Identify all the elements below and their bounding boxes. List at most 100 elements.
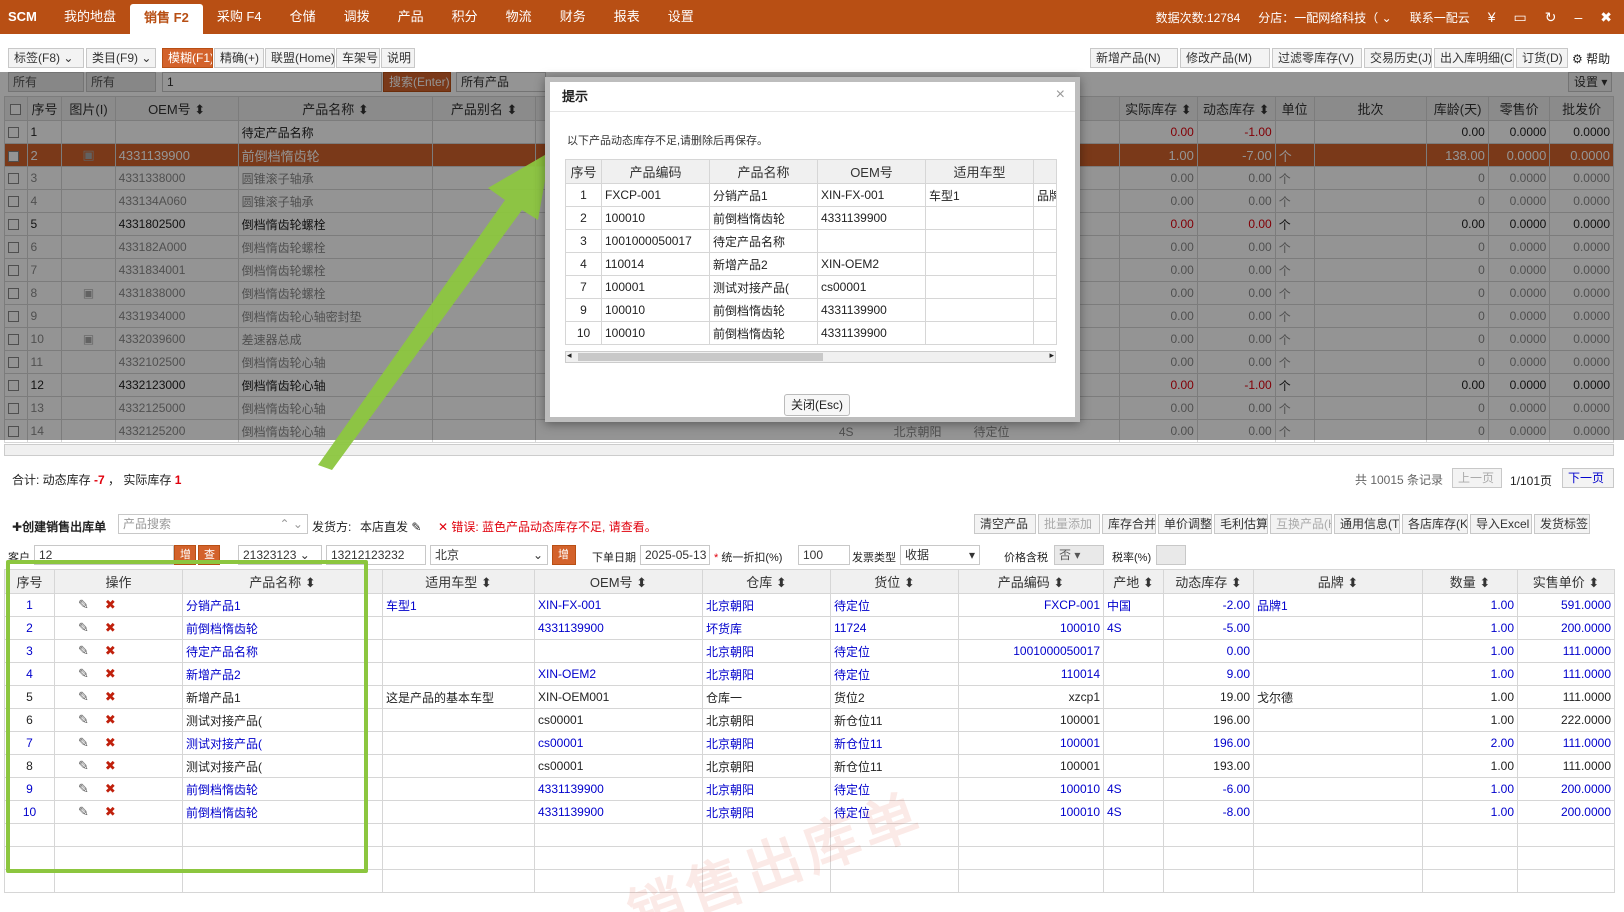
wh-cell: 北京朝阳	[702, 731, 831, 755]
nav-tab[interactable]: 物流	[492, 0, 546, 34]
message-icon[interactable]: ▭	[1514, 9, 1527, 26]
oem-cell: cs00001	[534, 731, 703, 755]
order-action-button[interactable]: 导入Excel	[1470, 514, 1532, 534]
description-button[interactable]: 说明	[381, 48, 415, 68]
edit-product-button[interactable]: 修改产品(M)	[1180, 48, 1270, 68]
nav-tab[interactable]: 产品	[384, 0, 438, 34]
fuzzy-button[interactable]: 模糊(F1)	[162, 48, 213, 68]
quantity-cell: 1.00	[1422, 593, 1518, 617]
origin-cell	[1103, 639, 1164, 663]
nav-tab[interactable]: 报表	[600, 0, 654, 34]
annotation-arrow	[318, 152, 550, 470]
order-action-button[interactable]: 互换产品(H)	[1270, 514, 1332, 534]
dialog-close-button[interactable]: 关闭(Esc)	[784, 394, 850, 416]
order-action-button[interactable]: 各店库存(K)	[1402, 514, 1468, 534]
dynamic-stock-cell: -2.00	[1163, 593, 1254, 617]
order-action-button[interactable]: 毛利估算	[1214, 514, 1268, 534]
order-date-input[interactable]: 2025-05-13	[640, 545, 710, 565]
order-action-button[interactable]: 单价调整	[1158, 514, 1212, 534]
column-header[interactable]: 产地 ⬍	[1103, 569, 1164, 594]
product-search-input[interactable]: 产品搜索 ⌃ ⌄	[118, 514, 308, 534]
top-grid-scrollbar[interactable]	[4, 444, 1614, 456]
column-header[interactable]: 仓库 ⬍	[702, 569, 831, 594]
tax-included-select[interactable]: 否 ▾	[1054, 545, 1104, 565]
column-header[interactable]: 实售单价 ⬍	[1517, 569, 1615, 594]
close-icon[interactable]: ✖	[1600, 9, 1612, 26]
dialog-table-scrollbar[interactable]: ◂ ▸	[565, 350, 1056, 363]
invoice-select[interactable]: 收据 ▾	[900, 545, 980, 565]
nav-tab[interactable]: 我的地盘	[50, 0, 130, 34]
top-nav-bar: SCM 我的地盘 销售 F2 采购 F4 仓储 调拨 产品 积分 物流 财务 报表 设置 数据次数:…	[0, 0, 1624, 34]
branch-select[interactable]: 分店：一配网络科技（ ⌄	[1258, 9, 1391, 26]
car-cell	[382, 731, 535, 755]
contact-link[interactable]: 联系一配云	[1410, 9, 1470, 26]
prev-page-button[interactable]: 上一页	[1452, 468, 1502, 488]
loc-cell: 新仓位11	[830, 731, 959, 755]
name-cell: 前倒档惰齿轮	[709, 321, 818, 345]
brand-cell	[1253, 708, 1423, 732]
minimize-icon[interactable]: –	[1574, 9, 1582, 25]
filter-zero-stock-button[interactable]: 过滤零库存(V)	[1272, 48, 1362, 68]
dynamic-stock-cell: 9.00	[1163, 662, 1254, 686]
dialog-close-icon[interactable]: ×	[1056, 86, 1065, 104]
union-button[interactable]: 联盟(Home)	[265, 48, 335, 68]
io-detail-button[interactable]: 出入库明细(C)	[1434, 48, 1514, 68]
tag-button[interactable]: 标签(F8) ⌄	[8, 48, 84, 68]
column-header[interactable]: 品牌 ⬍	[1253, 569, 1423, 594]
row-number: 10	[565, 321, 602, 345]
nav-tab[interactable]: 采购 F4	[203, 0, 276, 34]
column-header[interactable]: OEM号 ⬍	[534, 569, 703, 594]
discount-input[interactable]: 100	[798, 545, 850, 565]
help-link[interactable]: ⚙ 帮助	[1572, 50, 1610, 67]
column-header[interactable]: 数量 ⬍	[1422, 569, 1518, 594]
nav-tab[interactable]: 设置	[654, 0, 708, 34]
order-button[interactable]: 订货(D)	[1516, 48, 1568, 68]
oem-cell: XIN-OEM001	[534, 685, 703, 709]
new-product-button[interactable]: 新增产品(N)	[1090, 48, 1178, 68]
yen-icon[interactable]: ¥	[1488, 9, 1496, 25]
refresh-icon[interactable]: ↻	[1545, 9, 1557, 26]
order-action-button[interactable]: 发货标签	[1534, 514, 1590, 534]
brand-cell	[1253, 777, 1423, 801]
trade-history-button[interactable]: 交易历史(J)	[1364, 48, 1432, 68]
column-header[interactable]: 动态库存 ⬍	[1163, 569, 1254, 594]
car-cell	[382, 639, 535, 663]
oem-cell: 4331139900	[534, 777, 703, 801]
code-cell: 1001000050017	[958, 639, 1104, 663]
nav-tab[interactable]: 积分	[438, 0, 492, 34]
order-action-button[interactable]: 批量添加	[1038, 514, 1100, 534]
brand-cell	[1033, 298, 1057, 322]
tax-included-label: 价格含税	[1004, 552, 1048, 564]
code-cell: FXCP-001	[958, 593, 1104, 617]
loc-cell: 11724	[830, 616, 959, 640]
nav-tab[interactable]: 财务	[546, 0, 600, 34]
frame-number-button[interactable]: 车架号	[336, 48, 380, 68]
column-header[interactable]: 适用车型 ⬍	[382, 569, 535, 594]
nav-tab[interactable]: 仓储	[276, 0, 330, 34]
quantity-cell: 1.00	[1422, 754, 1518, 778]
precise-button[interactable]: 精确(+)	[214, 48, 264, 68]
quantity-cell: 1.00	[1422, 708, 1518, 732]
dialog-table-row: 9 100010 前倒档惰齿轮 4331139900	[565, 298, 1057, 322]
wh-cell: 北京朝阳	[702, 593, 831, 617]
nav-tab[interactable]: 销售 F2	[130, 4, 203, 34]
next-page-button[interactable]: 下一页	[1562, 468, 1614, 488]
invoice-label: 发票类型	[852, 552, 896, 564]
code-cell: 100001	[958, 754, 1104, 778]
nav-tab[interactable]: 调拨	[330, 0, 384, 34]
order-action-button[interactable]: 通用信息(T)	[1334, 514, 1400, 534]
brand-cell	[1253, 662, 1423, 686]
column-header[interactable]: 货位 ⬍	[830, 569, 959, 594]
region-select[interactable]: 北京 ⌄	[430, 545, 548, 565]
dynamic-stock-cell: -5.00	[1163, 616, 1254, 640]
name-cell: 新增产品2	[709, 252, 818, 276]
order-action-button[interactable]: 清空产品	[974, 514, 1036, 534]
column-header[interactable]: 产品编码 ⬍	[958, 569, 1104, 594]
loc-cell: 待定位	[830, 662, 959, 686]
car-cell	[925, 298, 1034, 322]
tax-rate-input[interactable]	[1156, 545, 1186, 565]
region-add-button[interactable]: 增	[552, 545, 576, 565]
ship-value[interactable]: 本店直发 ✎	[360, 518, 421, 535]
order-action-button[interactable]: 库存合并	[1102, 514, 1156, 534]
category-button[interactable]: 类目(F9) ⌄	[86, 48, 156, 68]
